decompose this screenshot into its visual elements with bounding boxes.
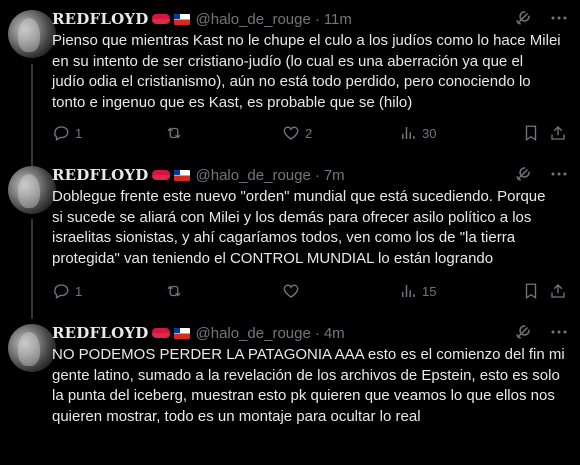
- views-button[interactable]: 15: [399, 282, 436, 300]
- lips-emoji-icon: [151, 327, 171, 339]
- like-count: 2: [305, 125, 313, 141]
- user-handle[interactable]: @halo_de_rouge: [196, 167, 311, 184]
- views-count: 15: [422, 283, 437, 299]
- views-count: 30: [422, 125, 437, 141]
- bookmark-icon: [522, 282, 540, 300]
- retweet-button[interactable]: [165, 124, 188, 142]
- chile-flag-icon: [173, 13, 190, 25]
- tweet[interactable]: REDFLOYD @halo_de_rouge · 4m NO PODEMOS …: [0, 314, 580, 465]
- avatar[interactable]: [8, 10, 56, 58]
- like-icon: [282, 124, 300, 142]
- retweet-icon: [165, 282, 183, 300]
- like-button[interactable]: 2: [282, 124, 312, 142]
- views-icon: [399, 282, 417, 300]
- chile-flag-icon: [173, 327, 190, 339]
- lips-emoji-icon: [151, 13, 171, 25]
- timestamp[interactable]: 11m: [324, 11, 352, 28]
- timestamp[interactable]: 4m: [324, 325, 345, 342]
- separator-dot: ·: [314, 324, 320, 342]
- grok-icon[interactable]: [514, 9, 532, 27]
- lips-emoji-icon: [151, 169, 171, 181]
- separator-dot: ·: [314, 166, 320, 184]
- tweet-thread: REDFLOYD @halo_de_rouge · 11m Pienso que…: [0, 0, 580, 465]
- user-handle[interactable]: @halo_de_rouge: [196, 325, 311, 342]
- views-icon: [399, 124, 417, 142]
- tweet-header: REDFLOYD @halo_de_rouge · 7m: [52, 165, 345, 185]
- reply-button[interactable]: 1: [52, 124, 82, 142]
- chile-flag-icon: [173, 169, 190, 181]
- retweet-button[interactable]: [165, 282, 188, 300]
- more-icon[interactable]: [550, 165, 568, 183]
- user-handle[interactable]: @halo_de_rouge: [196, 11, 311, 28]
- tweet[interactable]: REDFLOYD @halo_de_rouge · 11m Pienso que…: [0, 0, 580, 160]
- retweet-icon: [165, 124, 183, 142]
- display-name[interactable]: REDFLOYD: [52, 10, 149, 28]
- share-icon: [549, 282, 567, 300]
- timestamp[interactable]: 7m: [324, 167, 345, 184]
- reply-icon: [52, 282, 70, 300]
- like-icon: [282, 282, 300, 300]
- reply-count: 1: [75, 125, 83, 141]
- avatar[interactable]: [8, 324, 56, 372]
- tweet-text: NO PODEMOS PERDER LA PATAGONIA AAA esto …: [52, 346, 565, 425]
- tweet-text: Pienso que mientras Kast no le chupe el …: [52, 32, 561, 111]
- separator-dot: ·: [314, 10, 320, 28]
- avatar[interactable]: [8, 166, 56, 214]
- share-icon: [549, 124, 567, 142]
- reply-icon: [52, 124, 70, 142]
- share-button[interactable]: [549, 124, 567, 142]
- tweet-header: REDFLOYD @halo_de_rouge · 4m: [52, 323, 345, 343]
- tweet-actions: 1 15: [52, 281, 572, 301]
- bookmark-button[interactable]: [522, 282, 540, 300]
- grok-icon[interactable]: [514, 165, 532, 183]
- display-name[interactable]: REDFLOYD: [52, 324, 149, 342]
- bookmark-button[interactable]: [522, 124, 540, 142]
- reply-count: 1: [75, 283, 83, 299]
- bookmark-icon: [522, 124, 540, 142]
- share-button[interactable]: [549, 282, 567, 300]
- tweet-actions: 1 2 30: [52, 123, 572, 143]
- like-button[interactable]: [282, 282, 305, 300]
- grok-icon[interactable]: [514, 323, 532, 341]
- reply-button[interactable]: 1: [52, 282, 82, 300]
- more-icon[interactable]: [550, 9, 568, 27]
- tweet[interactable]: REDFLOYD @halo_de_rouge · 7m Doblegue fr…: [0, 156, 580, 316]
- tweet-header: REDFLOYD @halo_de_rouge · 11m: [52, 9, 352, 29]
- more-icon[interactable]: [550, 323, 568, 341]
- views-button[interactable]: 30: [399, 124, 436, 142]
- tweet-text: Doblegue frente este nuevo "orden" mundi…: [52, 188, 546, 267]
- display-name[interactable]: REDFLOYD: [52, 166, 149, 184]
